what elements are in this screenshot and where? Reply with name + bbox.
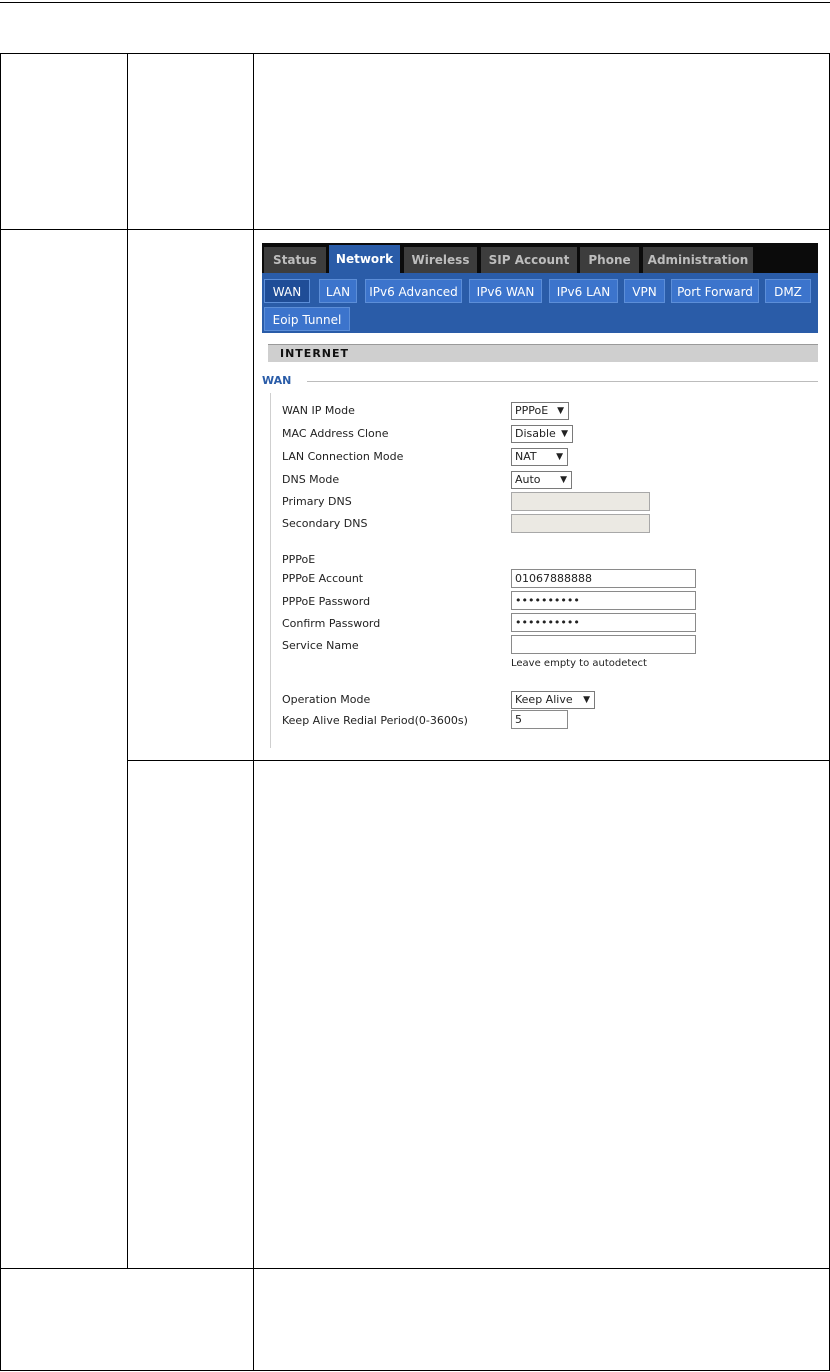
legend-divider [307,381,818,382]
page-top-rule [0,2,830,3]
pppoe-heading: PPPoE [282,553,316,566]
dns-mode-label: DNS Mode [282,473,340,486]
tab-administration[interactable]: Administration [643,247,753,273]
mac-clone-select[interactable]: Disable ▼ [511,425,573,443]
subtab-wan[interactable]: WAN [264,279,310,303]
pppoe-account-label: PPPoE Account [282,572,364,585]
subtab-port-forward[interactable]: Port Forward [671,279,759,303]
top-navigation: Status Network Wireless SIP Account Phon… [262,243,818,273]
secondary-dns-input [511,514,650,533]
table-col-line-0 [0,53,1,1371]
subtab-ipv6-lan[interactable]: IPv6 LAN [549,279,618,303]
pppoe-account-input[interactable]: 01067888888 [511,569,696,588]
mac-clone-label: MAC Address Clone [282,427,389,440]
dropdown-arrow-icon: ▼ [561,429,568,439]
sub-navigation: WAN LAN IPv6 Advanced IPv6 WAN IPv6 LAN … [262,273,818,333]
wan-ip-mode-select[interactable]: PPPoE ▼ [511,402,569,420]
primary-dns-label: Primary DNS [282,495,352,508]
table-col-line-2 [253,53,254,1371]
operation-mode-value: Keep Alive [515,693,573,706]
secondary-dns-label: Secondary DNS [282,517,368,530]
tab-network[interactable]: Network [329,245,400,273]
operation-mode-select[interactable]: Keep Alive ▼ [511,691,595,709]
section-title-bar: INTERNET [268,344,818,362]
table-row-line-2 [127,760,830,761]
subtab-eoip-tunnel[interactable]: Eoip Tunnel [264,307,350,331]
lan-conn-mode-label: LAN Connection Mode [282,450,404,463]
subtab-lan[interactable]: LAN [319,279,357,303]
operation-mode-label: Operation Mode [282,693,371,706]
primary-dns-input [511,492,650,511]
tab-status[interactable]: Status [264,247,326,273]
subtab-vpn[interactable]: VPN [624,279,665,303]
dropdown-arrow-icon: ▼ [583,695,590,705]
router-ui-panel: Status Network Wireless SIP Account Phon… [262,243,818,748]
service-name-hint: Leave empty to autodetect [511,658,647,669]
keep-alive-label: Keep Alive Redial Period(0-3600s) [282,714,468,727]
service-name-input[interactable] [511,635,696,654]
dropdown-arrow-icon: ▼ [560,475,567,485]
tab-sip-account[interactable]: SIP Account [481,247,577,273]
wan-group-legend: WAN [262,374,292,387]
dns-mode-select[interactable]: Auto ▼ [511,471,572,489]
keep-alive-input[interactable]: 5 [511,710,568,729]
table-row-line-3 [0,1268,830,1269]
tab-phone[interactable]: Phone [580,247,639,273]
mac-clone-value: Disable [515,427,556,440]
subtab-ipv6-advanced[interactable]: IPv6 Advanced [365,279,462,303]
dns-mode-value: Auto [515,473,541,486]
table-border-top [0,53,830,54]
service-name-label: Service Name [282,639,359,652]
fieldset-border [270,393,271,748]
wan-ip-mode-value: PPPoE [515,404,549,417]
pppoe-password-input[interactable]: •••••••••• [511,591,696,610]
subtab-ipv6-wan[interactable]: IPv6 WAN [469,279,542,303]
tab-wireless[interactable]: Wireless [404,247,477,273]
wan-ip-mode-label: WAN IP Mode [282,404,355,417]
dropdown-arrow-icon: ▼ [556,452,563,462]
table-col-line-1 [127,53,128,1269]
pppoe-password-label: PPPoE Password [282,595,371,608]
confirm-password-label: Confirm Password [282,617,381,630]
confirm-password-input[interactable]: •••••••••• [511,613,696,632]
dropdown-arrow-icon: ▼ [557,406,564,416]
subtab-dmz[interactable]: DMZ [765,279,811,303]
lan-conn-mode-value: NAT [515,450,537,463]
table-border-bottom [0,1370,830,1371]
lan-conn-mode-select[interactable]: NAT ▼ [511,448,568,466]
table-row-line-1 [0,229,830,230]
